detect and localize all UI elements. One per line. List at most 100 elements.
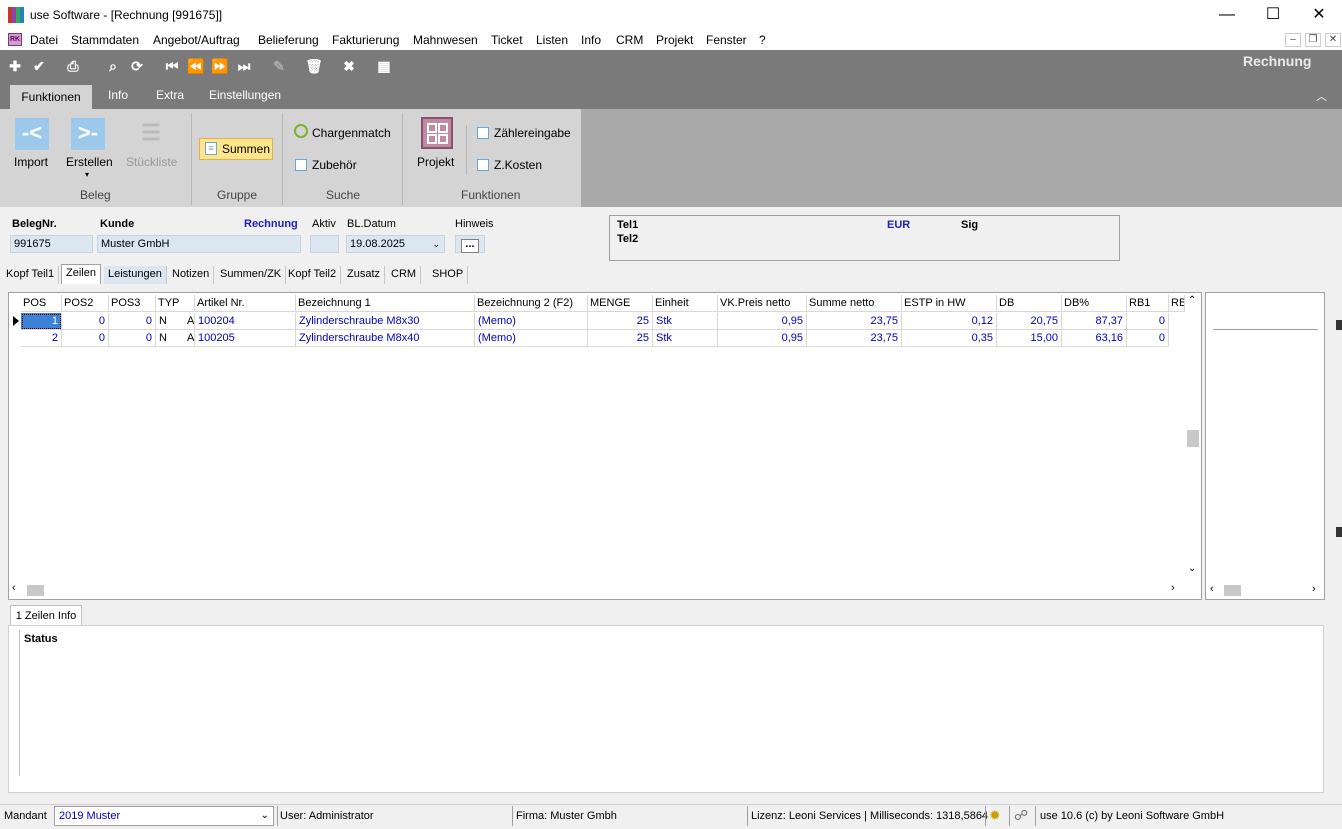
table-cell[interactable]: Stk	[653, 330, 718, 347]
tab-shop[interactable]: SHOP	[428, 266, 469, 284]
menu-help[interactable]: ?	[759, 33, 766, 47]
grid-icon[interactable]: ▦	[375, 57, 393, 75]
add-icon[interactable]: ✚	[6, 57, 24, 75]
table-cell[interactable]: A	[186, 313, 195, 330]
scroll-down-icon[interactable]: ⌄	[1188, 563, 1196, 574]
table-cell[interactable]: N	[156, 330, 186, 347]
table-cell[interactable]: 23,75	[807, 313, 902, 330]
table-cell[interactable]: 0,12	[902, 313, 997, 330]
vertical-scrollbar[interactable]: ⌃ ⌄	[1185, 293, 1201, 583]
menu-info[interactable]: Info	[581, 33, 601, 47]
col-header-pos[interactable]: POS	[21, 295, 62, 312]
col-header-vk-preis[interactable]: VK.Preis netto	[718, 295, 807, 312]
zkosten-button[interactable]: Z.Kosten	[494, 158, 542, 172]
edit-icon[interactable]: ✎	[270, 57, 288, 75]
tab-kopf-teil1[interactable]: Kopf Teil1	[2, 266, 60, 284]
chevron-down-icon[interactable]: ⌄	[261, 807, 269, 825]
table-cell[interactable]: 100204	[195, 313, 296, 330]
handshake-icon[interactable]: ☍	[1014, 807, 1028, 824]
ribbon-tab-extra[interactable]: Extra	[156, 88, 184, 102]
cancel-icon[interactable]: ✖	[340, 57, 358, 75]
menu-projekt[interactable]: Projekt	[656, 33, 693, 47]
scroll-thumb[interactable]	[27, 585, 44, 596]
search-icon[interactable]: ⌕	[104, 57, 122, 75]
col-header-artikel-nr[interactable]: Artikel Nr.	[195, 295, 296, 312]
col-header-pos2[interactable]: POS2	[62, 295, 109, 312]
col-header-rb1[interactable]: RB1	[1127, 295, 1169, 312]
scroll-thumb[interactable]	[1224, 585, 1241, 596]
hinweis-button[interactable]: ...	[455, 235, 485, 253]
horizontal-scrollbar[interactable]: ‹ ›	[9, 582, 1185, 599]
table-cell[interactable]: 15,00	[997, 330, 1062, 347]
refresh-icon[interactable]: ⟳	[128, 57, 146, 75]
menu-listen[interactable]: Listen	[536, 33, 568, 47]
tab-zeilen-info[interactable]: 1 Zeilen Info	[10, 605, 82, 626]
menu-stammdaten[interactable]: Stammdaten	[71, 33, 139, 47]
tab-zusatz[interactable]: Zusatz	[343, 266, 386, 284]
chevron-down-icon[interactable]: ⌄	[432, 236, 440, 252]
summen-button[interactable]: ≡ Summen	[199, 138, 273, 160]
scroll-left-icon[interactable]: ‹	[1210, 583, 1214, 595]
table-cell[interactable]: N	[156, 313, 186, 330]
table-cell[interactable]: Stk	[653, 313, 718, 330]
table-cell[interactable]: 1	[21, 313, 62, 330]
last-icon[interactable]: ⏭	[235, 57, 253, 75]
kunde-field[interactable]: Muster GmbH	[97, 235, 301, 253]
table-cell[interactable]: 25	[588, 330, 653, 347]
col-header-bezeichnung2[interactable]: Bezeichnung 2 (F2)	[475, 295, 588, 312]
next-icon[interactable]: ⏩	[211, 57, 229, 75]
positions-grid[interactable]: POS POS2 POS3 TYP Artikel Nr. Bezeichnun…	[8, 292, 1202, 600]
erstellen-icon[interactable]: >-	[71, 118, 105, 150]
menu-datei[interactable]: Datei	[30, 33, 58, 47]
table-cell[interactable]: 0	[109, 313, 156, 330]
zaehlereingabe-button[interactable]: Zählereingabe	[494, 126, 571, 140]
scroll-right-icon[interactable]: ›	[1171, 582, 1175, 594]
ribbon-tab-info[interactable]: Info	[108, 88, 128, 102]
menu-crm[interactable]: CRM	[616, 33, 643, 47]
projekt-icon[interactable]	[421, 117, 453, 149]
zubehoer-button[interactable]: Zubehör	[312, 158, 357, 172]
first-icon[interactable]: ⏮	[163, 57, 181, 75]
projekt-button[interactable]: Projekt	[417, 155, 454, 169]
col-header-db-percent[interactable]: DB%	[1062, 295, 1127, 312]
col-header-pos3[interactable]: POS3	[109, 295, 156, 312]
tab-zeilen[interactable]: Zeilen	[61, 264, 101, 284]
check-icon[interactable]: ✔	[30, 57, 48, 75]
print-icon[interactable]: ⎙	[64, 57, 82, 75]
tab-summen-zk[interactable]: Summen/ZK	[216, 266, 287, 284]
table-cell[interactable]: Zylinderschraube M8x30	[296, 313, 475, 330]
col-header-rb[interactable]: RB	[1169, 295, 1185, 312]
maximize-button[interactable]: ☐	[1250, 0, 1296, 30]
notification-icon[interactable]: ✹	[989, 807, 1001, 824]
bldatum-field[interactable]: 19.08.2025 ⌄	[346, 235, 445, 253]
mdi-minimize-button[interactable]: –	[1285, 33, 1301, 47]
ribbon-collapse-icon[interactable]: ︿	[1316, 88, 1327, 104]
document-icon[interactable]: RK	[8, 33, 22, 46]
mdi-close-button[interactable]: ✕	[1325, 33, 1341, 47]
table-cell[interactable]: 63,16	[1062, 330, 1127, 347]
col-header-summe-netto[interactable]: Summe netto	[807, 295, 902, 312]
close-button[interactable]: ✕	[1296, 0, 1342, 30]
minimize-button[interactable]: —	[1204, 0, 1250, 30]
scroll-up-icon[interactable]: ⌃	[1188, 295, 1196, 306]
table-cell[interactable]: 0,95	[718, 330, 807, 347]
mandant-select[interactable]: 2019 Muster ⌄	[54, 806, 274, 826]
chargenmatch-button[interactable]: Chargenmatch	[312, 126, 391, 140]
col-header-db[interactable]: DB	[997, 295, 1062, 312]
scroll-thumb[interactable]	[1187, 430, 1199, 447]
aktiv-field[interactable]	[310, 235, 339, 253]
prev-icon[interactable]: ⏪	[187, 57, 205, 75]
col-header-einheit[interactable]: Einheit	[653, 295, 718, 312]
splitter-handle[interactable]	[1336, 527, 1342, 537]
import-button[interactable]: Import	[14, 155, 48, 169]
col-header-menge[interactable]: MENGE	[588, 295, 653, 312]
tab-leistungen[interactable]: Leistungen	[104, 266, 167, 284]
col-header-estp[interactable]: ESTP in HW	[902, 295, 997, 312]
tab-notizen[interactable]: Notizen	[168, 266, 215, 284]
table-cell[interactable]: 0	[109, 330, 156, 347]
table-cell[interactable]: 0	[1127, 313, 1169, 330]
table-cell[interactable]: 23,75	[807, 330, 902, 347]
table-cell[interactable]: 0	[1127, 330, 1169, 347]
table-cell[interactable]: 100205	[195, 330, 296, 347]
ribbon-tab-einstellungen[interactable]: Einstellungen	[209, 88, 281, 102]
